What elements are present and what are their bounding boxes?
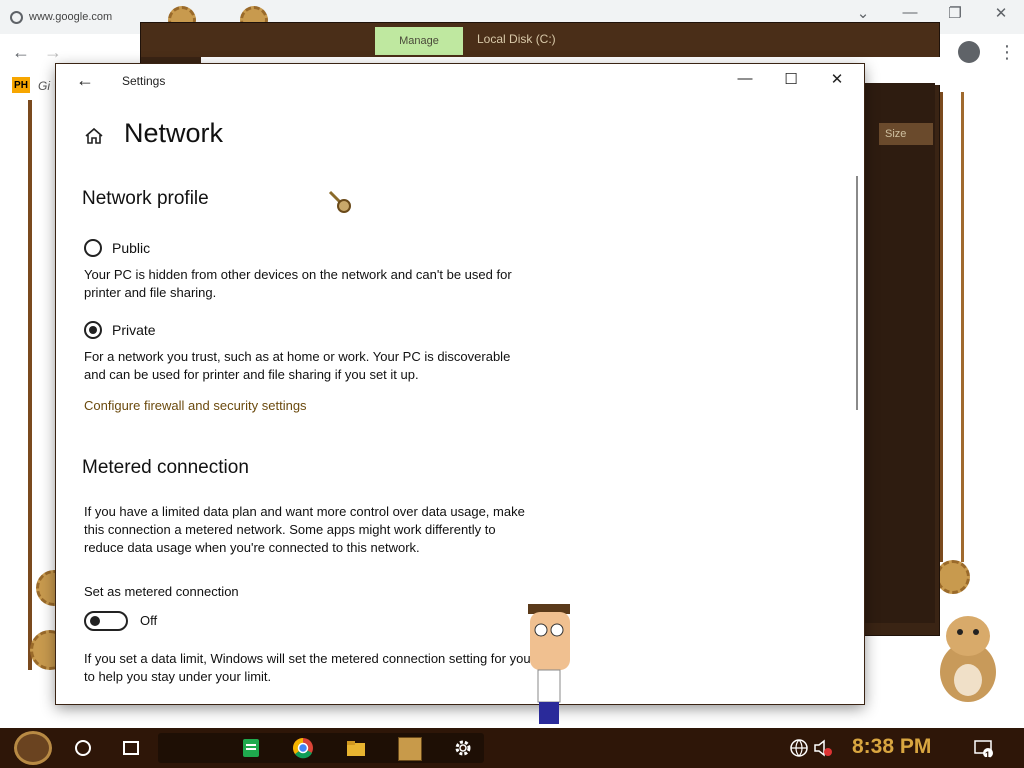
minimize-button[interactable]: —: [722, 70, 768, 92]
chrome-icon[interactable]: [292, 737, 314, 759]
start-button[interactable]: [14, 731, 52, 765]
browser-tab-title: www.google.com: [29, 11, 113, 23]
search-circle-icon[interactable]: [72, 737, 94, 759]
tab-manage[interactable]: Manage: [375, 27, 463, 55]
gear-icon: [936, 560, 970, 594]
metered-connection-heading: Metered connection: [82, 457, 249, 478]
settings-gear-icon[interactable]: [452, 737, 474, 759]
steampunk-cursor-icon: [328, 190, 351, 213]
network-globe-icon[interactable]: [788, 737, 810, 759]
app-thumbnail-icon[interactable]: [398, 737, 422, 761]
configure-firewall-link[interactable]: Configure firewall and security settings: [84, 398, 307, 413]
notification-icon[interactable]: [972, 737, 994, 759]
close-button[interactable]: ✕: [814, 70, 860, 92]
metered-toggle-state: Off: [140, 613, 158, 628]
toggle-knob: [90, 616, 100, 626]
browser-forward-button[interactable]: →: [44, 42, 62, 63]
metered-toggle[interactable]: [84, 611, 128, 631]
private-description: For a network you trust, such as at home…: [84, 349, 511, 382]
explorer-title: Local Disk (C:): [477, 32, 556, 46]
tab-dropdown-button[interactable]: ⌄: [848, 4, 878, 22]
page-title: Network: [124, 118, 224, 148]
steampunk-pipe-right: [940, 92, 964, 562]
sheets-icon[interactable]: [240, 737, 262, 759]
metered-toggle-label: Set as metered connection: [84, 584, 239, 599]
browser-menu-button[interactable]: ⋮: [998, 42, 1016, 63]
browser-back-button[interactable]: ←: [12, 42, 30, 63]
scrollbar[interactable]: [856, 176, 858, 410]
browser-close-button[interactable]: ✕: [986, 4, 1016, 22]
account-avatar-icon[interactable]: [958, 41, 980, 63]
task-view-icon[interactable]: [120, 737, 142, 759]
public-radio-label[interactable]: Public: [112, 240, 150, 256]
globe-icon: [10, 10, 23, 24]
clock[interactable]: 8:38 PM: [852, 735, 931, 759]
home-icon[interactable]: [84, 126, 104, 146]
metered-intro: If you have a limited data plan and want…: [84, 504, 525, 555]
volume-muted-icon[interactable]: [812, 737, 834, 759]
notification-count: 1: [985, 750, 991, 760]
hamster-icon: [940, 616, 996, 702]
bookmark-badge[interactable]: PH: [12, 77, 30, 93]
column-header-size[interactable]: Size: [879, 123, 933, 145]
private-radio-label[interactable]: Private: [112, 322, 156, 338]
back-button[interactable]: ←: [76, 70, 94, 91]
public-radio[interactable]: [84, 239, 102, 257]
browser-restore-button[interactable]: ❐: [940, 4, 970, 22]
window-title: Settings: [122, 74, 166, 88]
cartoon-character-icon: [528, 604, 570, 724]
browser-minimize-button[interactable]: —: [895, 4, 925, 21]
public-description: Your PC is hidden from other devices on …: [84, 267, 512, 300]
network-profile-heading: Network profile: [82, 188, 209, 209]
data-limit-note: If you set a data limit, Windows will se…: [84, 651, 531, 684]
browser-tab[interactable]: www.google.com: [10, 4, 145, 30]
taskbar-pinned-area: [158, 733, 484, 763]
settings-window: ← Settings — ☐ ✕ Network Network profile…: [56, 64, 864, 704]
file-explorer-icon[interactable]: [345, 737, 367, 759]
private-radio[interactable]: [84, 321, 102, 339]
bookmark-label[interactable]: Gi: [38, 79, 50, 93]
maximize-button[interactable]: ☐: [768, 70, 814, 92]
